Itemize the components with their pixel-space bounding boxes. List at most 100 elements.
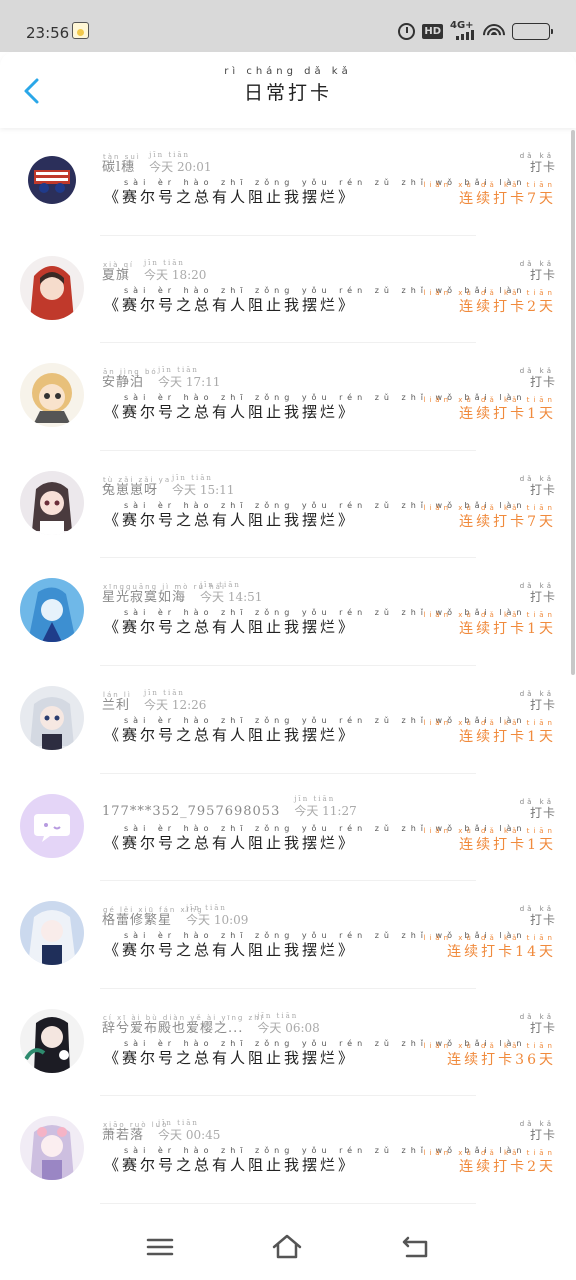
type-label: 打卡 [529, 375, 556, 390]
avatar[interactable] [20, 685, 84, 750]
post-time-text: 今天 17:11 [158, 375, 221, 390]
type-label: 打卡 [529, 697, 556, 712]
system-nav-bar [0, 1216, 576, 1280]
user-name[interactable]: 兰利 [102, 694, 130, 713]
list-item[interactable]: tàn suì 碳l穗 jīn tiān 今天 20:01 sài èr hào… [0, 128, 576, 236]
list-item[interactable]: gé lěi xiū fán xīng 格蕾修繁星 jīn tiān 今天 10… [0, 881, 576, 989]
avatar[interactable] [20, 578, 84, 643]
user-name[interactable]: 萧若落 [102, 1124, 144, 1143]
menu-icon [146, 1238, 174, 1256]
streak-label: 连续打卡1天 [459, 836, 556, 853]
name-row: 萧若落 jīn tiān 今天 00:45 [102, 1119, 221, 1143]
type-label: 打卡 [529, 590, 556, 605]
post-time-text: 今天 14:51 [200, 590, 263, 605]
post-time-text: 今天 00:45 [158, 1128, 221, 1143]
post-time: jīn tiān 今天 10:09 [186, 904, 249, 928]
battery-icon [512, 22, 553, 40]
avatar[interactable] [20, 793, 84, 858]
name-row: 夏旗 jīn tiān 今天 18:20 [102, 259, 207, 283]
post-time-text: 今天 10:09 [186, 913, 249, 928]
avatar[interactable] [20, 470, 84, 535]
avatar[interactable] [20, 363, 84, 428]
post-time-text: 今天 20:01 [149, 160, 212, 174]
post-time-text: 今天 12:26 [144, 697, 207, 712]
list-item[interactable]: xīngguāng jì mò rú hǎi 星光寂寞如海 jīn tiān 今… [0, 558, 576, 666]
app-notification-icon [72, 22, 89, 39]
page-title-pinyin: rì cháng dǎ kǎ [224, 66, 352, 77]
post-time-pinyin: jīn tiān [172, 473, 213, 482]
user-name[interactable]: 星光寂寞如海 [102, 586, 186, 605]
post-time-pinyin: jīn tiān [158, 1119, 199, 1128]
avatar[interactable] [20, 1008, 84, 1073]
user-name[interactable]: 安静泊 [102, 371, 144, 390]
streak-label: 连续打卡1天 [459, 728, 556, 745]
post-time: jīn tiān 今天 15:11 [172, 474, 235, 498]
post-time: jīn tiān 今天 18:20 [144, 259, 207, 283]
name-row: 兔崽崽呀 jīn tiān 今天 15:11 [102, 474, 235, 498]
streak-label: 连续打卡36天 [447, 1051, 556, 1068]
checkin-text: 《赛尔号之总有人阻止我摆烂》 [104, 941, 357, 960]
back-nav-button[interactable] [399, 1232, 433, 1262]
post-time-pinyin: jīn tiān [144, 258, 185, 267]
user-name[interactable]: 碳l穗 [102, 156, 135, 175]
checkin-text: 《赛尔号之总有人阻止我摆烂》 [104, 188, 357, 206]
avatar[interactable] [20, 901, 84, 966]
user-name[interactable]: 格蕾修繁星 [102, 909, 172, 928]
type-label: 打卡 [529, 482, 556, 497]
menu-button[interactable] [143, 1232, 177, 1262]
type-label: 打卡 [529, 805, 556, 820]
list-item[interactable]: lán lì 兰利 jīn tiān 今天 12:26 sài èr hào z… [0, 666, 576, 774]
streak-label: 连续打卡7天 [459, 513, 556, 530]
post-time-text: 今天 18:20 [144, 267, 207, 282]
checkin-list: tàn suì 碳l穗 jīn tiān 今天 20:01 sài èr hào… [0, 128, 576, 1204]
name-row: 辞兮爱布殿也爱樱之... jīn tiān 今天 06:08 [102, 1012, 320, 1036]
divider [100, 1202, 476, 1204]
type-label: 打卡 [529, 1020, 556, 1035]
scrollbar[interactable] [571, 130, 575, 675]
streak-label: 连续打卡2天 [459, 298, 556, 315]
name-row: 碳l穗 jīn tiān 今天 20:01 [102, 151, 212, 175]
avatar[interactable] [20, 148, 84, 212]
status-time: 23:56 [26, 24, 70, 42]
post-time-text: 今天 15:11 [172, 482, 235, 497]
list-item[interactable]: cí xī ài bù diàn yě ài yīng zhī 辞兮爱布殿也爱樱… [0, 989, 576, 1097]
type-label: 打卡 [529, 160, 556, 174]
streak-label: 连续打卡1天 [459, 406, 556, 423]
list-item[interactable]: ān jìng bó 安静泊 jīn tiān 今天 17:11 sài èr … [0, 343, 576, 451]
name-row: 格蕾修繁星 jīn tiān 今天 10:09 [102, 904, 249, 928]
user-name[interactable]: 辞兮爱布殿也爱樱之... [102, 1017, 243, 1036]
list-item[interactable]: xiāo ruò luò 萧若落 jīn tiān 今天 00:45 sài è… [0, 1096, 576, 1204]
page-title: 日常打卡 [243, 82, 332, 104]
checkin-text: 《赛尔号之总有人阻止我摆烂》 [104, 403, 357, 422]
list-item[interactable]: xià qí 夏旗 jīn tiān 今天 18:20 sài èr hào z… [0, 236, 576, 344]
wifi-icon [483, 22, 505, 40]
checkin-text: 《赛尔号之总有人阻止我摆烂》 [104, 1156, 357, 1175]
type-label: 打卡 [529, 267, 556, 282]
post-time: jīn tiān 今天 06:08 [257, 1012, 320, 1036]
signal-icon: 4G+ [450, 21, 476, 41]
post-time-text: 今天 11:27 [294, 803, 357, 818]
avatar[interactable] [20, 1116, 84, 1181]
hd-icon: HD [422, 23, 443, 39]
post-time: jīn tiān 今天 12:26 [144, 689, 207, 713]
post-time-pinyin: jīn tiān [200, 581, 241, 590]
name-row: 星光寂寞如海 jīn tiān 今天 14:51 [102, 581, 263, 605]
avatar[interactable] [20, 255, 84, 320]
list-item[interactable]: tù zǎi zǎi ya 兔崽崽呀 jīn tiān 今天 15:11 sài… [0, 451, 576, 559]
streak-label: 连续打卡14天 [447, 944, 556, 961]
post-time-text: 今天 06:08 [257, 1020, 320, 1035]
user-name[interactable]: 177***352_7957698053 [102, 804, 280, 819]
list-item[interactable]: 177***352_7957698053 jīn tiān 今天 11:27 s… [0, 774, 576, 882]
home-button[interactable] [270, 1232, 304, 1262]
checkin-text: 《赛尔号之总有人阻止我摆烂》 [104, 833, 357, 852]
user-name[interactable]: 兔崽崽呀 [102, 479, 158, 498]
post-time-pinyin: jīn tiān [294, 794, 336, 803]
checkin-text: 《赛尔号之总有人阻止我摆烂》 [104, 618, 357, 637]
user-name[interactable]: 夏旗 [102, 264, 130, 283]
post-time-pinyin: jīn tiān [149, 151, 191, 159]
checkin-text: 《赛尔号之总有人阻止我摆烂》 [104, 1048, 357, 1067]
name-row: 安静泊 jīn tiān 今天 17:11 [102, 366, 221, 390]
post-time: jīn tiān 今天 11:27 [294, 795, 357, 819]
home-icon [272, 1234, 302, 1259]
back-icon [402, 1236, 428, 1258]
